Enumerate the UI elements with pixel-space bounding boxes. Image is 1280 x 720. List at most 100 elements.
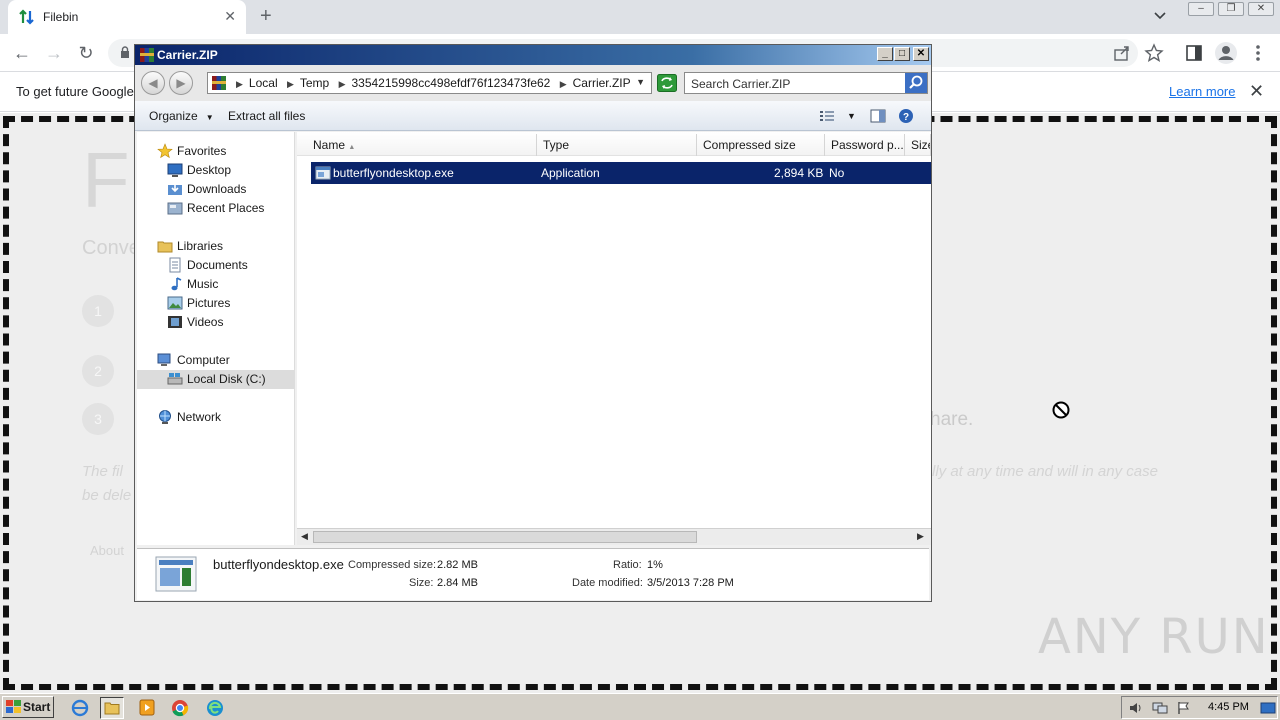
- nav-label: Local Disk (C:): [187, 372, 266, 386]
- scroll-right-icon[interactable]: ▶: [917, 531, 924, 542]
- nav-label: Pictures: [187, 296, 231, 310]
- volume-icon[interactable]: [1128, 701, 1144, 715]
- libraries-icon: [157, 241, 173, 253]
- tab-search-chevron-icon[interactable]: [1152, 9, 1168, 23]
- window-title: Carrier.ZIP: [157, 48, 218, 62]
- nav-local-disk[interactable]: Local Disk (C:): [137, 370, 294, 389]
- nav-documents[interactable]: Documents: [167, 256, 287, 275]
- profile-avatar-icon[interactable]: [1214, 41, 1238, 65]
- pictures-icon: [167, 296, 183, 310]
- column-password[interactable]: Password p...: [825, 134, 905, 156]
- ie-icon[interactable]: [68, 697, 92, 719]
- minimize-button[interactable]: –: [1188, 2, 1214, 16]
- size-label: Size:: [409, 577, 434, 589]
- network-status-icon[interactable]: [1152, 701, 1168, 715]
- share-icon[interactable]: [1112, 43, 1132, 63]
- file-type: Application: [541, 166, 600, 180]
- computer-icon: [157, 353, 171, 366]
- address-row: ◀ ▶ ▶ Local ▶ Temp ▶ 3354215998cc498efdf76f…: [135, 65, 931, 101]
- menu-kebab-icon[interactable]: [1248, 43, 1268, 63]
- breadcrumb-item[interactable]: 3354215998cc498efdf76f123473fe62: [351, 76, 550, 90]
- about-link[interactable]: About: [90, 543, 124, 558]
- nav-downloads[interactable]: Downloads: [167, 180, 287, 199]
- back-forward-group: ◀ ▶: [141, 71, 197, 97]
- winrar-minimize-button[interactable]: _: [877, 47, 893, 61]
- notice-text-line2: be dele: [82, 487, 132, 504]
- explorer-taskbar-button[interactable]: [100, 697, 124, 719]
- notice-text-left: The fil: [82, 463, 123, 480]
- infobar-close-icon[interactable]: ✕: [1249, 81, 1264, 102]
- bookmark-star-icon[interactable]: [1144, 43, 1164, 63]
- window-titlebar[interactable]: Carrier.ZIP _ □ ✕: [135, 45, 931, 65]
- command-bar: Organize ▼ Extract all files ▼ ?: [135, 101, 931, 131]
- nav-recent-places[interactable]: Recent Places: [167, 199, 287, 218]
- compressed-size-value: 2.82 MB: [437, 559, 478, 571]
- scroll-left-icon[interactable]: ◀: [301, 531, 308, 542]
- refresh-icon[interactable]: [657, 74, 677, 92]
- nav-libraries[interactable]: Libraries: [157, 237, 287, 256]
- file-name: butterflyondesktop.exe: [333, 166, 454, 180]
- nav-label: Favorites: [177, 144, 227, 158]
- search-input[interactable]: Search Carrier.ZIP: [684, 72, 928, 94]
- windows-logo-icon: [6, 700, 21, 713]
- restore-button[interactable]: ❐: [1218, 2, 1244, 16]
- back-button[interactable]: ◀: [141, 71, 165, 95]
- step-2-badge: 2: [82, 355, 114, 387]
- compressed-size-label: Compressed size:: [348, 559, 437, 571]
- column-size[interactable]: Size: [905, 134, 931, 156]
- documents-icon: [169, 257, 181, 273]
- notice-text-right: lly at any time and will in any case: [932, 463, 1158, 480]
- network-icon: [159, 410, 171, 424]
- column-name[interactable]: Name ▲: [307, 134, 537, 156]
- scrollbar-thumb[interactable]: [313, 531, 697, 543]
- view-options-icon[interactable]: [819, 108, 835, 124]
- winrar-maximize-button[interactable]: □: [894, 47, 910, 61]
- nav-music[interactable]: Music: [167, 275, 287, 294]
- window-controls: – ❐ ✕: [1188, 2, 1274, 16]
- extract-all-button[interactable]: Extract all files: [228, 109, 305, 123]
- system-tray: 4:45 PM: [1121, 696, 1278, 719]
- winrar-close-button[interactable]: ✕: [913, 47, 929, 61]
- close-window-button[interactable]: ✕: [1248, 2, 1274, 16]
- nav-favorites[interactable]: Favorites: [157, 142, 287, 161]
- start-button[interactable]: Start: [2, 696, 54, 718]
- media-player-icon[interactable]: [135, 697, 159, 719]
- breadcrumb-bar[interactable]: ▶ Local ▶ Temp ▶ 3354215998cc498efdf76f1234…: [207, 72, 652, 94]
- nav-label: Desktop: [187, 163, 232, 177]
- nav-pictures[interactable]: Pictures: [167, 294, 287, 313]
- breadcrumb-item[interactable]: Carrier.ZIP: [573, 76, 631, 90]
- nav-videos[interactable]: Videos: [167, 313, 287, 332]
- help-icon[interactable]: ?: [898, 108, 914, 124]
- back-arrow-icon[interactable]: ←: [10, 41, 34, 65]
- nav-desktop[interactable]: Desktop: [167, 161, 287, 180]
- browser-tab[interactable]: Filebin ✕: [8, 0, 246, 34]
- reload-icon[interactable]: ↻: [74, 41, 98, 65]
- nav-network[interactable]: Network: [157, 408, 287, 427]
- forward-button[interactable]: ▶: [169, 71, 193, 95]
- nav-label: Documents: [187, 258, 248, 272]
- search-icon[interactable]: [905, 73, 927, 93]
- tab-title: Filebin: [43, 10, 79, 24]
- show-desktop-icon[interactable]: [1260, 701, 1276, 715]
- table-row[interactable]: butterflyondesktop.exe Application 2,894…: [311, 162, 931, 184]
- column-header-row: Name ▲ Type Compressed size Password p..…: [297, 132, 931, 156]
- breadcrumb-item[interactable]: Temp: [300, 76, 329, 90]
- breadcrumb-item[interactable]: Local: [249, 76, 278, 90]
- videos-icon: [168, 316, 182, 328]
- column-compressed-size[interactable]: Compressed size: [697, 134, 825, 156]
- organize-menu[interactable]: Organize ▼: [149, 109, 214, 123]
- edge-icon[interactable]: [203, 697, 227, 719]
- column-type[interactable]: Type: [537, 134, 697, 156]
- view-dropdown-icon[interactable]: ▼: [847, 111, 856, 121]
- forward-arrow-icon[interactable]: →: [42, 41, 66, 65]
- nav-computer[interactable]: Computer: [157, 351, 287, 370]
- chrome-icon[interactable]: [168, 697, 192, 719]
- action-center-flag-icon[interactable]: [1176, 701, 1192, 715]
- new-tab-button[interactable]: +: [260, 5, 272, 28]
- preview-pane-icon[interactable]: [870, 108, 886, 124]
- tab-close-icon[interactable]: ✕: [224, 8, 236, 25]
- horizontal-scrollbar[interactable]: ◀ ▶: [297, 528, 931, 545]
- learn-more-link[interactable]: Learn more: [1169, 84, 1235, 99]
- address-dropdown-icon[interactable]: ▼: [636, 77, 645, 87]
- side-panel-icon[interactable]: [1184, 43, 1204, 63]
